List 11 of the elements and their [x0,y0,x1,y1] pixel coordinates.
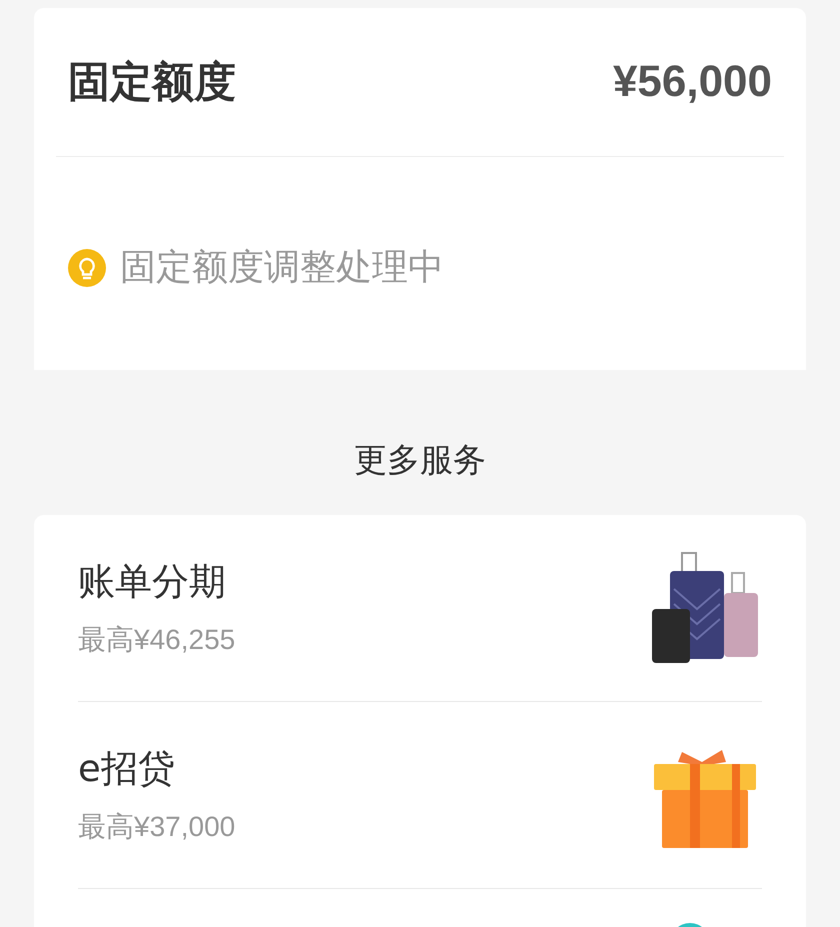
lightbulb-icon [68,248,106,286]
service-title: 账单分期 [78,559,227,605]
service-limit: 最高¥37,000 [78,810,236,844]
status-notice: 固定额度调整处理中 [120,246,444,290]
service-item[interactable]: e招贷 最高¥37,000 [78,702,762,889]
service-item[interactable]: 账单分期 最高¥46,255 [78,515,762,702]
service-title: e招贷 [78,746,176,792]
section-title: 更多服务 [354,440,486,479]
quota-amount: ¥56,000 [612,57,772,107]
service-limit: 最高¥46,255 [78,623,236,657]
quota-title: 固定额度 [68,56,236,108]
